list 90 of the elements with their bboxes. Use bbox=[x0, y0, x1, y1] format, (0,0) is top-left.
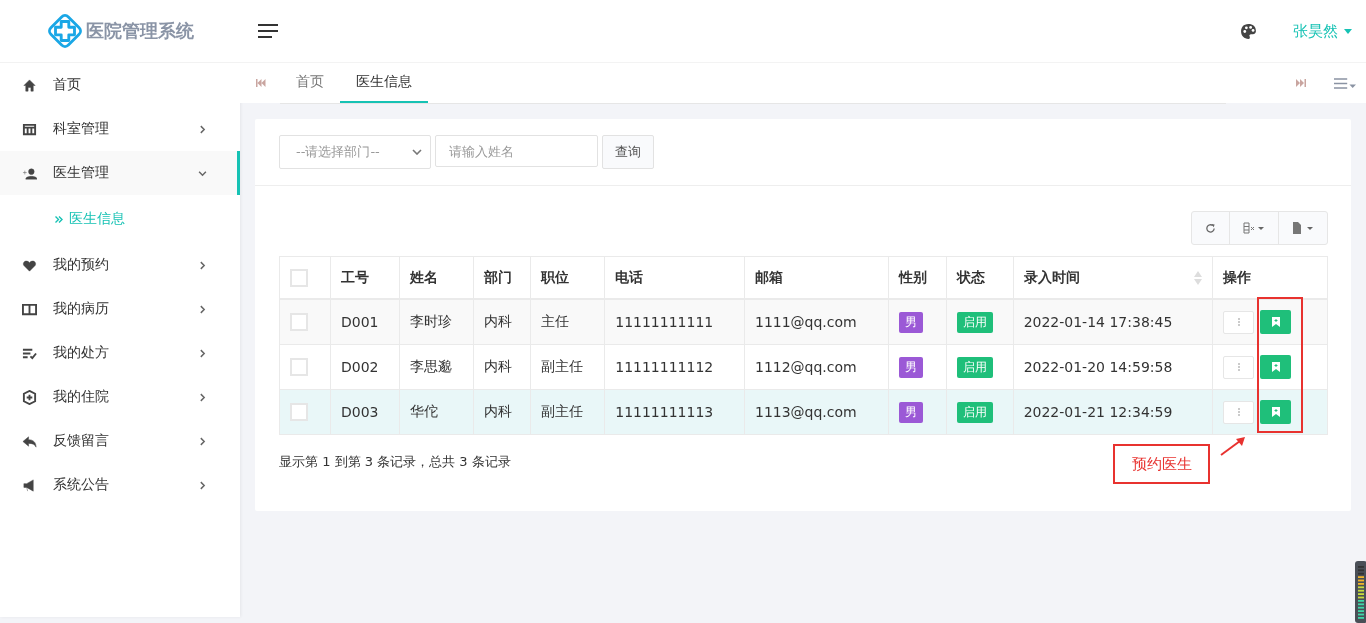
chevron-icon bbox=[198, 260, 207, 270]
table-cell: D001 bbox=[330, 299, 400, 345]
gender-badge: 男 bbox=[899, 401, 924, 423]
table-cell: 内科 bbox=[473, 299, 531, 345]
sidebar-item[interactable]: 首页 bbox=[0, 63, 240, 107]
gender-badge: 男 bbox=[899, 311, 924, 333]
table-cell: 11111111112 bbox=[604, 344, 745, 390]
table-cell: 1113@qq.com bbox=[744, 389, 889, 435]
sidebar-item[interactable]: 科室管理 bbox=[0, 107, 240, 151]
table-cell: 华佗 bbox=[399, 389, 474, 435]
chevron-icon bbox=[198, 124, 207, 134]
bookmark-icon bbox=[1271, 407, 1280, 417]
bookmark-icon bbox=[1271, 362, 1280, 372]
table-cell: 李思邈 bbox=[399, 344, 474, 390]
double-chevron-icon bbox=[55, 215, 63, 223]
chevron-down-icon bbox=[412, 149, 422, 155]
tab-menu-icon[interactable] bbox=[1334, 77, 1356, 89]
table-cell: 主任 bbox=[530, 299, 605, 345]
columns-icon bbox=[1243, 222, 1265, 234]
sidebar-item[interactable]: 反馈留言 bbox=[0, 419, 240, 463]
annotation-arrow bbox=[1220, 436, 1246, 456]
reply-icon bbox=[22, 433, 37, 449]
chevron-icon bbox=[198, 168, 207, 178]
sidebar-item[interactable]: 我的住院 bbox=[0, 375, 240, 419]
kebab-icon bbox=[1237, 318, 1240, 326]
table-cell: 1111@qq.com bbox=[744, 299, 889, 345]
bullhorn-icon bbox=[22, 477, 37, 493]
search-button[interactable]: 查询 bbox=[602, 135, 654, 169]
appointment-button[interactable] bbox=[1260, 355, 1291, 379]
hospital-icon bbox=[22, 389, 37, 405]
table-cell: 副主任 bbox=[530, 389, 605, 435]
table-cell: 李时珍 bbox=[399, 299, 474, 345]
row-checkbox[interactable] bbox=[290, 403, 308, 421]
annotation-label: 预约医生 bbox=[1113, 444, 1210, 484]
medical-cross-logo-icon bbox=[46, 12, 84, 50]
kebab-icon bbox=[1237, 363, 1240, 371]
row-checkbox[interactable] bbox=[290, 313, 308, 331]
name-input-field[interactable]: 请输入姓名 bbox=[435, 135, 598, 167]
caret-icon bbox=[1344, 28, 1352, 34]
chevron-icon bbox=[198, 348, 207, 358]
chevron-icon bbox=[198, 304, 207, 314]
sidebar-item[interactable]: 医生管理 bbox=[0, 151, 240, 195]
app-title: 医院管理系统 bbox=[86, 19, 194, 43]
sort-icon[interactable] bbox=[1194, 270, 1202, 285]
select-all-checkbox[interactable] bbox=[290, 268, 308, 287]
card-icon bbox=[22, 301, 37, 317]
table-cell: 内科 bbox=[473, 389, 531, 435]
status-badge: 启用 bbox=[956, 401, 993, 423]
page-tab[interactable]: 医生信息 bbox=[340, 62, 428, 103]
table-cell: D002 bbox=[330, 344, 400, 390]
page-tab[interactable]: 首页 bbox=[280, 62, 340, 103]
gender-badge: 男 bbox=[899, 356, 924, 378]
appointment-button[interactable] bbox=[1260, 310, 1291, 334]
table-cell: 11111111111 bbox=[604, 299, 745, 345]
chevron-icon bbox=[198, 480, 207, 490]
heart-icon bbox=[22, 257, 37, 273]
row-checkbox[interactable] bbox=[290, 358, 308, 376]
table-cell: 1112@qq.com bbox=[744, 344, 889, 390]
pagination-summary: 显示第 1 到第 3 条记录，总共 3 条记录 bbox=[279, 454, 511, 469]
refresh-icon bbox=[1205, 222, 1216, 234]
chevron-icon bbox=[198, 436, 207, 446]
more-button[interactable] bbox=[1223, 400, 1254, 424]
menu-icon[interactable] bbox=[258, 24, 278, 38]
grid-icon bbox=[22, 121, 37, 137]
more-button[interactable] bbox=[1223, 310, 1254, 334]
sidebar-item[interactable]: 我的处方 bbox=[0, 331, 240, 375]
skip-back-icon[interactable] bbox=[256, 79, 266, 87]
more-button[interactable] bbox=[1223, 355, 1254, 379]
table-cell: 2022-01-20 14:59:58 bbox=[1013, 344, 1213, 390]
palette-icon[interactable] bbox=[1240, 22, 1257, 40]
sidebar-item[interactable]: 我的病历 bbox=[0, 287, 240, 331]
appointment-button[interactable] bbox=[1260, 400, 1291, 424]
status-badge: 启用 bbox=[956, 311, 993, 333]
skip-forward-icon[interactable] bbox=[1296, 79, 1306, 87]
table-cell: D003 bbox=[330, 389, 400, 435]
sidebar-item[interactable]: 我的预约 bbox=[0, 243, 240, 287]
table-cell: 内科 bbox=[473, 344, 531, 390]
status-badge: 启用 bbox=[956, 356, 993, 378]
table-cell: 2022-01-14 17:38:45 bbox=[1013, 299, 1213, 345]
user-icon bbox=[22, 165, 37, 181]
chevron-icon bbox=[198, 392, 207, 402]
level-meter-drawing bbox=[1355, 561, 1366, 623]
table-cell: 11111111113 bbox=[604, 389, 745, 435]
table-cell: 2022-01-21 12:34:59 bbox=[1013, 389, 1213, 435]
kebab-icon bbox=[1237, 408, 1240, 416]
home-icon bbox=[22, 77, 37, 93]
bookmark-icon bbox=[1271, 317, 1280, 327]
sidebar-item[interactable]: 系统公告 bbox=[0, 463, 240, 507]
file-icon bbox=[1292, 222, 1314, 234]
table-cell: 副主任 bbox=[530, 344, 605, 390]
